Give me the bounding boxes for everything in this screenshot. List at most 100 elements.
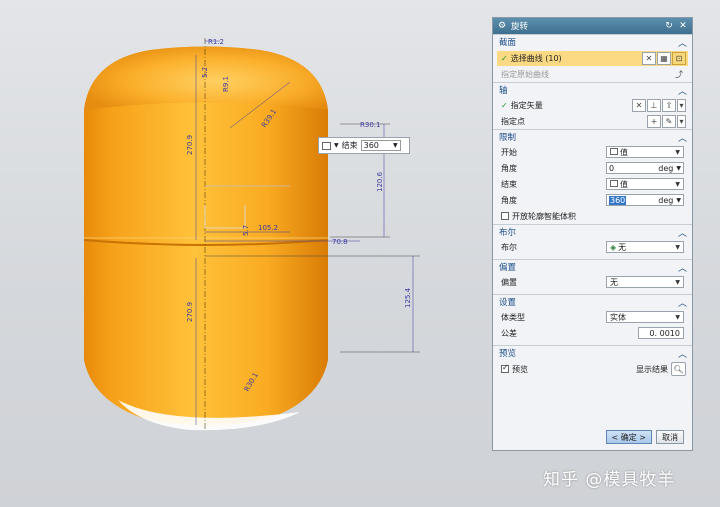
boolean-value: 无 xyxy=(618,242,627,252)
dim-270-9-top: 270.9 xyxy=(186,135,194,155)
value-type-icon[interactable] xyxy=(322,141,331,150)
section-header-label: 截面 xyxy=(499,38,517,48)
sketch-section-icon[interactable]: ▦ xyxy=(657,52,671,65)
unit-label: deg xyxy=(658,163,674,173)
show-result-label: 显示结果 xyxy=(636,364,668,374)
preview-checkbox[interactable] xyxy=(501,363,509,373)
start-angle-row: 角度 0 deg ▼ xyxy=(493,160,692,176)
magnifier-icon[interactable]: 🔍︎ xyxy=(671,362,686,376)
origin-curve-row[interactable]: 指定原始曲线 ⤴ xyxy=(493,66,692,82)
boolean-select[interactable]: ◈ 无 ▼ xyxy=(606,241,684,253)
section-header-settings[interactable]: 设置 ︿ xyxy=(493,294,692,309)
end-angle-input[interactable]: 360 deg ▼ xyxy=(606,194,684,206)
watermark-text: 知乎 @模具牧羊 xyxy=(543,470,676,490)
dropdown-arrow-icon: ▼ xyxy=(675,313,680,321)
widget-end-label: 结束 xyxy=(341,141,358,150)
dim-5-2: 5.2 xyxy=(201,67,209,78)
widget-value-arrow[interactable]: ▼ xyxy=(393,141,398,150)
close-icon[interactable]: ✕ xyxy=(678,21,688,31)
reset-icon[interactable]: ↻ xyxy=(664,21,674,31)
graphics-viewport[interactable]: R1.2 5.2 R9.1 R39.1 270.9 R30.1 120.6 5.… xyxy=(0,0,490,507)
dim-r9-1: R9.1 xyxy=(222,76,230,92)
unit-label: deg xyxy=(658,195,674,205)
open-profile-label: 开放轮廓智能体积 xyxy=(512,211,576,221)
end-angle-value: 360 xyxy=(609,195,627,205)
dropdown-arrow-icon[interactable]: ▼ xyxy=(676,165,683,172)
dialog-footer: < 确定 > 取消 xyxy=(605,430,684,444)
tolerance-label: 公差 xyxy=(501,328,517,338)
section-header-limits[interactable]: 限制 ︿ xyxy=(493,129,692,144)
collapse-icon[interactable]: ︿ xyxy=(678,84,687,97)
ok-button[interactable]: < 确定 > xyxy=(605,430,652,444)
section-header-axis[interactable]: 轴 ︿ xyxy=(493,82,692,97)
collapse-icon[interactable]: ︿ xyxy=(678,347,687,360)
section-header-label: 偏置 xyxy=(499,263,517,273)
section-header-preview[interactable]: 预览 ︿ xyxy=(493,345,692,360)
specify-point-row[interactable]: 指定点 + ✎ ▾ xyxy=(493,113,692,129)
offset-select[interactable]: 无 ▼ xyxy=(606,276,684,288)
vector-type-dropdown[interactable]: ▾ xyxy=(677,98,686,112)
select-curve-row[interactable]: ✓ 选择曲线 (10) ✕ ▦ ⊡ xyxy=(497,51,688,66)
tolerance-input[interactable]: 0. 0010 xyxy=(638,327,684,339)
section-header-boolean[interactable]: 布尔 ︿ xyxy=(493,224,692,239)
open-profile-checkbox[interactable] xyxy=(501,212,509,220)
point-type-dropdown[interactable]: ▾ xyxy=(677,114,686,128)
widget-dropdown-arrow[interactable]: ▼ xyxy=(334,142,339,149)
dim-120-6: 120.6 xyxy=(376,171,384,192)
cancel-button[interactable]: 取消 xyxy=(656,430,684,444)
collapse-icon[interactable]: ︿ xyxy=(678,226,687,239)
start-angle-input[interactable]: 0 deg ▼ xyxy=(606,162,684,174)
start-row: 开始 值 ▼ xyxy=(493,144,692,160)
widget-end-value: 360 xyxy=(363,141,379,150)
point-dialog-icon[interactable]: + xyxy=(647,114,661,128)
open-profile-row[interactable]: 开放轮廓智能体积 xyxy=(493,208,692,224)
point-type-icon[interactable]: ✎ xyxy=(662,114,676,128)
vector-dialog-icon[interactable]: ⊥ xyxy=(647,98,661,112)
dim-270-9-bottom: 270.9 xyxy=(186,302,194,322)
dropdown-arrow-icon[interactable]: ▼ xyxy=(676,197,683,204)
section-header-offset[interactable]: 偏置 ︿ xyxy=(493,259,692,274)
collapse-icon[interactable]: ︿ xyxy=(678,261,687,274)
dropdown-arrow-icon: ▼ xyxy=(675,243,680,251)
end-type-select[interactable]: 值 ▼ xyxy=(606,178,684,190)
value-type-icon xyxy=(610,147,618,155)
body-type-select[interactable]: 实体 ▼ xyxy=(606,311,684,323)
dialog-titlebar[interactable]: ⚙ 旋转 ↻ ✕ xyxy=(493,18,692,34)
end-row: 结束 值 ▼ xyxy=(493,176,692,192)
end-label: 结束 xyxy=(501,179,517,189)
specify-vector-row[interactable]: ✓ 指定矢量 ✕ ⊥ ⇧ ▾ xyxy=(493,97,692,113)
vector-type-icon[interactable]: ⇧ xyxy=(662,98,676,112)
widget-end-value-field[interactable]: 360 ▼ xyxy=(360,140,401,151)
body-type-value: 实体 xyxy=(610,312,626,322)
section-header-label: 布尔 xyxy=(499,228,517,238)
collapse-icon[interactable]: ︿ xyxy=(678,296,687,309)
dim-5-7: 5.7 xyxy=(242,225,250,236)
preview-row: 预览 显示结果 🔍︎ xyxy=(493,360,692,378)
select-curve-label: 选择曲线 (10) xyxy=(510,54,562,63)
collapse-icon[interactable]: ︿ xyxy=(678,36,687,49)
check-icon: ✓ xyxy=(501,54,508,63)
start-type-select[interactable]: 值 ▼ xyxy=(606,146,684,158)
offset-label: 偏置 xyxy=(501,277,517,287)
curve-select-icon[interactable]: ⊡ xyxy=(672,52,686,65)
origin-curve-icon[interactable]: ⤴ xyxy=(672,68,686,81)
angle-label: 角度 xyxy=(501,195,517,205)
check-icon: ✓ xyxy=(501,100,508,110)
tank-model-canvas[interactable]: R1.2 5.2 R9.1 R39.1 270.9 R30.1 120.6 5.… xyxy=(0,0,490,507)
gear-icon: ⚙ xyxy=(497,21,507,31)
angle-label: 角度 xyxy=(501,163,517,173)
boolean-row: 布尔 ◈ 无 ▼ xyxy=(493,239,692,255)
body-type-row: 体类型 实体 ▼ xyxy=(493,309,692,325)
tolerance-value: 0. 0010 xyxy=(649,328,680,338)
curve-rule-icon[interactable]: ✕ xyxy=(642,52,656,65)
end-angle-widget[interactable]: ▼ 结束 360 ▼ xyxy=(318,137,410,154)
end-angle-row: 角度 360 deg ▼ xyxy=(493,192,692,208)
dim-r1-2: R1.2 xyxy=(208,38,224,46)
dropdown-arrow-icon: ▼ xyxy=(675,278,680,286)
reverse-direction-icon[interactable]: ✕ xyxy=(632,98,646,112)
section-header-section[interactable]: 截面 ︿ xyxy=(493,34,692,49)
origin-curve-label: 指定原始曲线 xyxy=(501,69,549,79)
collapse-icon[interactable]: ︿ xyxy=(678,131,687,144)
start-type-value: 值 xyxy=(620,147,628,157)
tolerance-row: 公差 0. 0010 xyxy=(493,325,692,341)
